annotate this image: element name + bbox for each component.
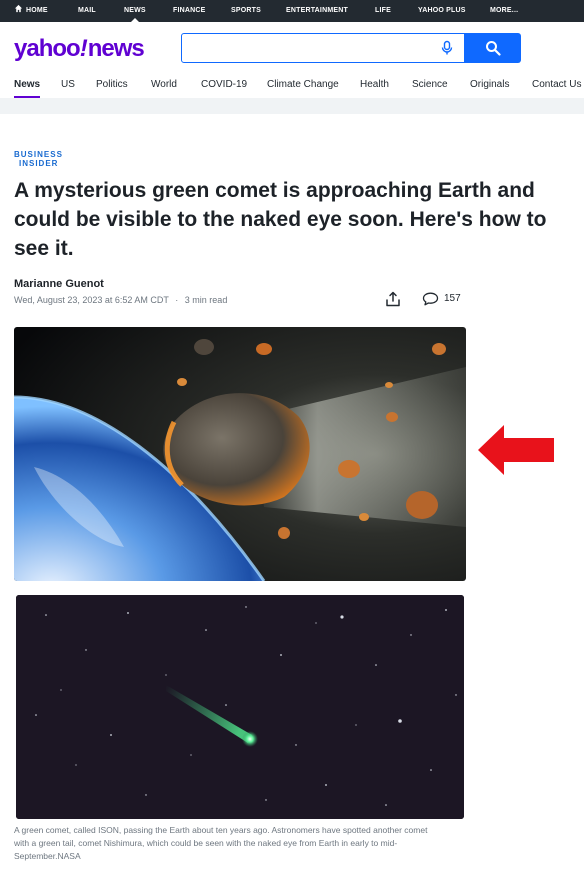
category-science[interactable]: Science	[412, 74, 448, 96]
search-button[interactable]	[465, 33, 521, 63]
author-name[interactable]: Marianne Guenot	[14, 278, 104, 290]
source-logo-line: BUSINESS	[14, 150, 63, 159]
category-nav: News US Politics World COVID-19 Climate …	[0, 74, 584, 98]
section-divider	[0, 98, 584, 114]
top-nav-mail[interactable]: MAIL	[78, 0, 96, 22]
category-climate-change[interactable]: Climate Change	[267, 74, 339, 96]
top-nav-label: NEWS	[124, 7, 146, 14]
category-covid-19[interactable]: COVID-19	[201, 74, 247, 96]
top-nav-yahoo-plus[interactable]: YAHOO PLUS	[418, 0, 466, 22]
article-headline: A mysterious green comet is approaching …	[14, 179, 547, 260]
annotation-arrow-icon	[478, 425, 554, 475]
source-logo-line: INSIDER	[19, 159, 59, 168]
comment-icon	[422, 292, 439, 306]
article-meta: Wed, August 23, 2023 at 6:52 AM CDT · 3 …	[14, 295, 227, 305]
search-bar	[181, 33, 521, 63]
category-us[interactable]: US	[61, 74, 75, 96]
meta-separator: ·	[175, 295, 179, 305]
category-contact-us[interactable]: Contact Us	[532, 74, 581, 96]
category-world[interactable]: World	[151, 74, 177, 96]
hero-image-asteroid[interactable]	[14, 327, 466, 581]
top-nav-entertainment[interactable]: ENTERTAINMENT	[286, 0, 348, 22]
search-icon	[486, 41, 501, 56]
top-nav-more[interactable]: MORE...	[490, 0, 518, 22]
category-health[interactable]: Health	[360, 74, 389, 96]
search-input[interactable]	[181, 33, 465, 63]
top-nav-finance[interactable]: FINANCE	[173, 0, 206, 22]
top-nav-home[interactable]: HOME	[14, 0, 48, 22]
comments-button[interactable]: 157	[422, 292, 464, 306]
comet-image[interactable]	[16, 595, 464, 819]
comment-count: 157	[444, 293, 461, 304]
image-caption: A green comet, called ISON, passing the …	[14, 825, 428, 861]
asteroid-earth-illustration	[14, 327, 466, 581]
green-comet-photo	[16, 595, 464, 819]
category-originals[interactable]: Originals	[470, 74, 509, 96]
read-time: 3 min read	[184, 295, 228, 305]
home-icon	[14, 4, 23, 13]
top-nav-sports[interactable]: SPORTS	[231, 0, 261, 22]
category-news[interactable]: News	[14, 74, 41, 98]
publish-date: Wed, August 23, 2023 at 6:52 AM CDT	[14, 295, 169, 305]
microphone-icon[interactable]	[439, 40, 455, 56]
source-logo[interactable]: BUSINESS INSIDER	[14, 150, 63, 168]
yahoo-news-logo[interactable]: yahoo!news	[14, 34, 145, 64]
top-nav-label: HOME	[26, 7, 48, 14]
top-nav: HOME MAIL NEWS FINANCE SPORTS ENTERTAINM…	[0, 0, 584, 22]
category-politics[interactable]: Politics	[96, 74, 128, 96]
share-icon[interactable]	[385, 291, 401, 307]
top-nav-news[interactable]: NEWS	[124, 0, 146, 22]
top-nav-life[interactable]: LIFE	[375, 0, 391, 22]
